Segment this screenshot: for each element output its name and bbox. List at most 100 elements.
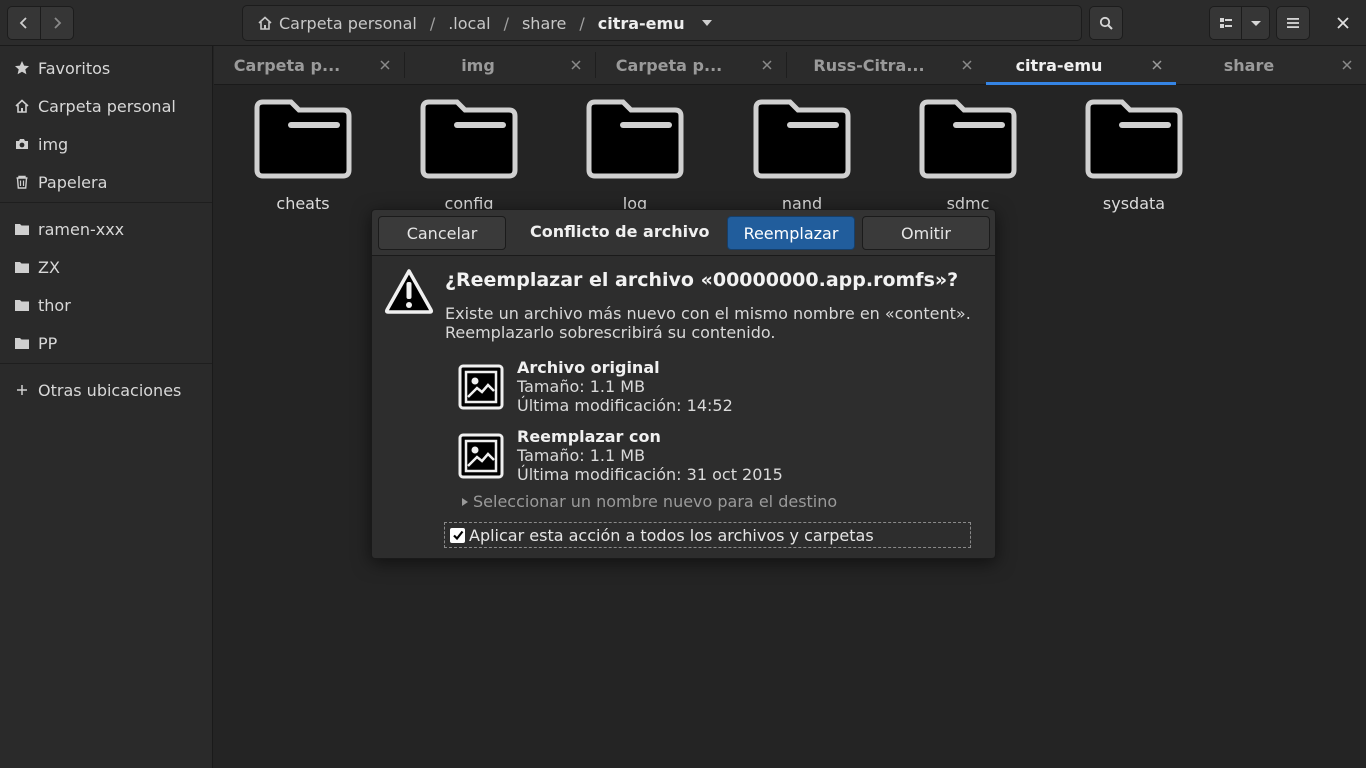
hamburger-menu-icon xyxy=(1287,18,1299,28)
close-icon xyxy=(1337,17,1349,29)
tab-label: Russ-Citra... xyxy=(813,56,925,75)
folder-icon xyxy=(14,221,30,237)
forward-button[interactable] xyxy=(40,6,74,40)
breadcrumb-separator: / xyxy=(503,13,509,33)
tab-russ-citra[interactable]: Russ-Citra... xyxy=(796,46,986,85)
file-conflict-dialog: Cancelar Conflicto de archivo Reemplazar… xyxy=(371,209,996,559)
skip-button[interactable]: Omitir xyxy=(862,216,990,250)
sidebar: Favoritos Carpeta personal img Papelera … xyxy=(0,46,213,768)
replacement-file-text: Reemplazar con Tamaño: 1.1 MB Última mod… xyxy=(517,427,783,484)
tab-img[interactable]: img xyxy=(405,46,595,85)
trash-icon xyxy=(14,174,30,190)
file-item-nand[interactable]: nand xyxy=(727,98,877,216)
header-bar: Carpeta personal / .local / share / citr… xyxy=(0,0,1366,46)
apply-to-all-label: Aplicar esta acción a todos los archivos… xyxy=(469,525,874,545)
file-item-sdmc[interactable]: sdmc xyxy=(893,98,1043,216)
original-file-text: Archivo original Tamaño: 1.1 MB Última m… xyxy=(517,358,733,415)
breadcrumb-current[interactable]: citra-emu xyxy=(598,14,685,33)
tab-label: Carpeta p... xyxy=(615,56,723,75)
sidebar-item-favoritos[interactable]: Favoritos xyxy=(0,50,212,86)
tab-close-button[interactable] xyxy=(378,58,392,72)
replacement-file-size: Tamaño: 1.1 MB xyxy=(517,446,646,465)
description-line: Existe un archivo más nuevo con el mismo… xyxy=(445,304,971,323)
breadcrumb-home[interactable]: Carpeta personal xyxy=(279,14,417,33)
sidebar-item-label: Papelera xyxy=(38,172,108,192)
tab-carpeta-personal-2[interactable]: Carpeta p... xyxy=(596,46,786,85)
tab-share[interactable]: share xyxy=(1176,46,1366,85)
tab-close-button[interactable] xyxy=(1150,58,1164,72)
tab-label: citra-emu xyxy=(1015,56,1103,75)
description-line: Reemplazarlo sobrescribirá su contenido. xyxy=(445,323,776,342)
folder-icon xyxy=(1085,99,1183,179)
sidebar-item-label: Carpeta personal xyxy=(38,96,176,116)
rename-label: Seleccionar un nombre nuevo para el dest… xyxy=(473,492,838,511)
caret-down-icon xyxy=(1250,21,1261,26)
view-toggle-button[interactable] xyxy=(1209,6,1242,40)
sidebar-item-zx[interactable]: ZX xyxy=(0,249,212,285)
checkbox[interactable] xyxy=(450,527,465,543)
expander-arrow-icon xyxy=(462,497,468,506)
tab-citra-emu[interactable]: citra-emu xyxy=(986,46,1176,85)
tab-label: share xyxy=(1223,56,1275,75)
sidebar-item-label: PP xyxy=(38,333,58,353)
folder-icon xyxy=(753,99,851,179)
file-item-log[interactable]: log xyxy=(560,98,710,216)
sidebar-item-pp[interactable]: PP xyxy=(0,325,212,361)
tab-carpeta-personal-1[interactable]: Carpeta p... xyxy=(214,46,404,85)
sidebar-item-carpeta-personal[interactable]: Carpeta personal xyxy=(0,88,212,124)
tab-label: img xyxy=(461,56,495,75)
close-icon xyxy=(1342,60,1352,70)
tab-divider xyxy=(786,52,787,78)
dialog-title: Conflicto de archivo xyxy=(530,222,710,241)
original-file-title: Archivo original xyxy=(517,358,660,377)
folder-icon xyxy=(919,99,1017,179)
replacement-file-title: Reemplazar con xyxy=(517,427,661,446)
back-button[interactable] xyxy=(7,6,41,40)
tab-close-button[interactable] xyxy=(569,58,583,72)
window-close-button[interactable] xyxy=(1326,6,1360,40)
replacement-file-info: Reemplazar con Tamaño: 1.1 MB Última mod… xyxy=(458,427,938,487)
original-file-size: Tamaño: 1.1 MB xyxy=(517,377,646,396)
sidebar-item-label: ramen-xxx xyxy=(38,219,125,239)
original-file-info: Archivo original Tamaño: 1.1 MB Última m… xyxy=(458,358,938,418)
rename-expander[interactable]: Seleccionar un nombre nuevo para el dest… xyxy=(461,492,837,511)
sidebar-item-thor[interactable]: thor xyxy=(0,287,212,323)
sidebar-item-ramen-xxx[interactable]: ramen-xxx xyxy=(0,211,212,247)
folder-icon xyxy=(254,99,352,179)
file-item-sysdata[interactable]: sysdata xyxy=(1059,98,1209,216)
original-file-modified: Última modificación: 14:52 xyxy=(517,396,733,415)
main-menu-button[interactable] xyxy=(1276,6,1310,40)
file-item-config[interactable]: config xyxy=(394,98,544,216)
dialog-header: Cancelar Conflicto de archivo Reemplazar… xyxy=(372,210,995,256)
cancel-button[interactable]: Cancelar xyxy=(378,216,506,250)
tab-close-button[interactable] xyxy=(1340,58,1354,72)
home-icon xyxy=(258,16,272,30)
folder-icon xyxy=(586,99,684,179)
caret-down-icon[interactable] xyxy=(701,17,713,29)
folder-icon xyxy=(14,335,30,351)
breadcrumb-local[interactable]: .local xyxy=(448,14,490,33)
sidebar-item-papelera[interactable]: Papelera xyxy=(0,164,212,200)
apply-to-all-checkbox[interactable]: Aplicar esta acción a todos los archivos… xyxy=(444,522,971,548)
sidebar-separator xyxy=(0,363,212,364)
file-label: sysdata xyxy=(1102,194,1166,213)
sidebar-item-label: Otras ubicaciones xyxy=(38,380,182,400)
breadcrumb-share[interactable]: share xyxy=(522,14,566,33)
chevron-right-icon xyxy=(54,17,62,29)
search-button[interactable] xyxy=(1089,6,1123,40)
folder-icon xyxy=(14,259,30,275)
file-item-cheats[interactable]: cheats xyxy=(228,98,378,216)
tab-close-button[interactable] xyxy=(960,58,974,72)
sidebar-item-otras-ubicaciones[interactable]: Otras ubicaciones xyxy=(0,372,212,408)
tab-bar: Carpeta p... img Carpeta p... Russ-Citra… xyxy=(214,46,1366,85)
star-icon xyxy=(14,60,30,76)
view-options-button[interactable] xyxy=(1241,6,1270,40)
close-icon xyxy=(380,60,390,70)
dialog-heading: ¿Reemplazar el archivo «00000000.app.rom… xyxy=(445,269,959,291)
replace-button[interactable]: Reemplazar xyxy=(727,216,855,250)
chevron-left-icon xyxy=(19,17,27,29)
file-label: cheats xyxy=(276,194,330,213)
tab-close-button[interactable] xyxy=(760,58,774,72)
close-icon xyxy=(571,60,581,70)
sidebar-item-img[interactable]: img xyxy=(0,126,212,162)
